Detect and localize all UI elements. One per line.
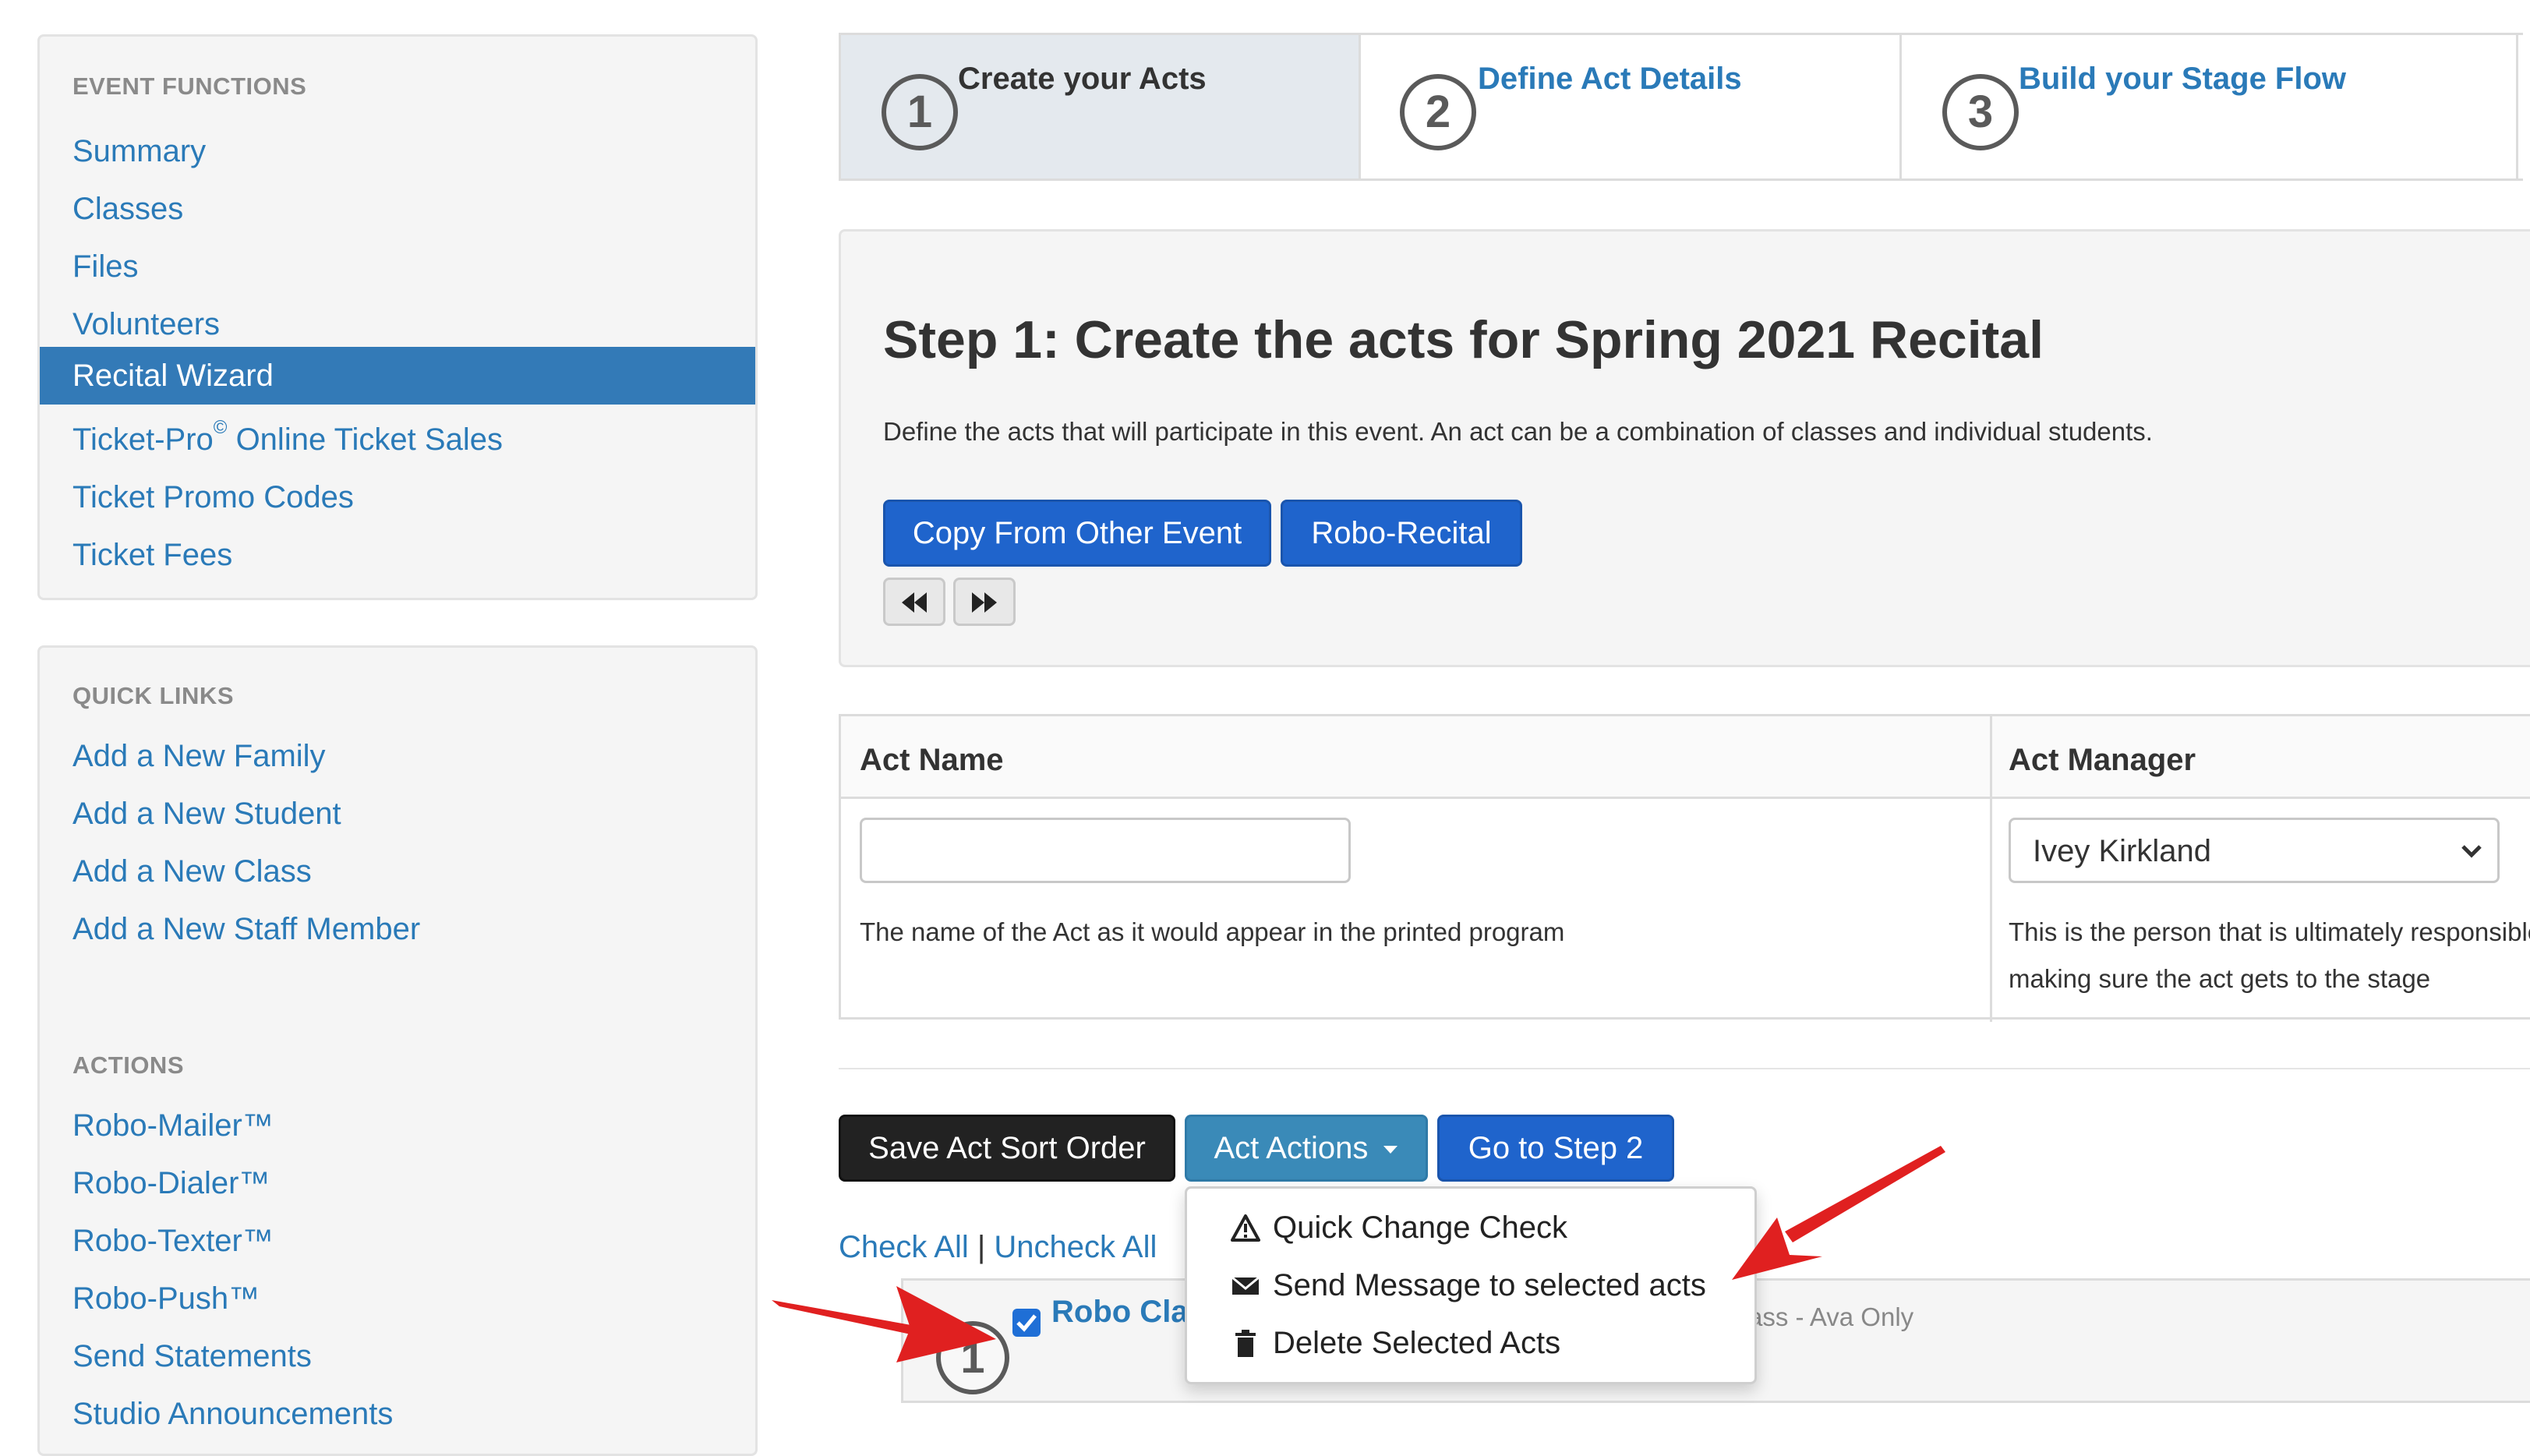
ticket-pro-label-rest: Online Ticket Sales	[227, 422, 503, 457]
wizard-step-2[interactable]: 2 Define Act Details	[1359, 33, 1902, 181]
sidebar-item-classes[interactable]: Classes	[40, 180, 755, 238]
step-panel: Step 1: Create the acts for Spring 2021 …	[839, 229, 2530, 667]
sidebar-item-summary[interactable]: Summary	[40, 122, 755, 180]
table-header-row	[841, 716, 2530, 799]
act-form-table: Act Name Act Manager The name of the Act…	[839, 714, 2530, 1022]
act-row-name[interactable]: Robo Cla	[1051, 1295, 1189, 1330]
quick-link-add-student[interactable]: Add a New Student	[40, 785, 755, 843]
rewind-icon	[902, 592, 927, 613]
menu-quick-change-check[interactable]: Quick Change Check	[1273, 1200, 1567, 1256]
action-robo-texter[interactable]: Robo-Texter™	[40, 1212, 755, 1270]
event-functions-panel: EVENT FUNCTIONS Summary Classes Files Vo…	[37, 34, 758, 600]
sidebar-item-volunteers[interactable]: Volunteers	[40, 295, 755, 353]
act-row-badge: 1	[936, 1321, 1009, 1394]
act-manager-help-2: making sure the act gets to the stage	[2009, 964, 2431, 993]
act-actions-menu: Quick Change Check Send Message to selec…	[1185, 1186, 1757, 1384]
event-functions-title: EVENT FUNCTIONS	[72, 72, 307, 100]
section-divider	[839, 1068, 2530, 1069]
actions-title: ACTIONS	[72, 1051, 184, 1079]
quick-link-add-family[interactable]: Add a New Family	[40, 727, 755, 785]
go-to-step-2-button[interactable]: Go to Step 2	[1437, 1115, 1674, 1182]
step-heading: Step 1: Create the acts for Spring 2021 …	[883, 310, 2044, 369]
wizard-step-1[interactable]: 1 Create your Acts	[839, 33, 1361, 181]
step-description: Define the acts that will participate in…	[883, 417, 2153, 446]
quick-link-add-staff[interactable]: Add a New Staff Member	[40, 900, 755, 958]
ticket-pro-label: Ticket-Pro	[72, 422, 214, 457]
act-name-input[interactable]	[860, 818, 1351, 883]
quick-links-title: QUICK LINKS	[72, 682, 234, 709]
envelope-icon	[1231, 1276, 1260, 1295]
step-number-2-icon: 2	[1400, 74, 1476, 150]
act-manager-help-1: This is the person that is ultimately re…	[2009, 917, 2530, 946]
step-number-1-icon: 1	[882, 74, 958, 150]
fast-forward-button[interactable]	[953, 578, 1016, 626]
sidebar-item-recital-wizard[interactable]: Recital Wizard	[40, 347, 755, 405]
action-send-statements[interactable]: Send Statements	[40, 1327, 755, 1385]
menu-send-message[interactable]: Send Message to selected acts	[1273, 1257, 1706, 1313]
wizard-step-2-label: Define Act Details	[1478, 62, 1742, 96]
uncheck-all-link[interactable]: Uncheck All	[994, 1230, 1157, 1264]
quick-link-add-class[interactable]: Add a New Class	[40, 843, 755, 900]
sidebar-item-ticket-pro[interactable]: Ticket-Pro© Online Ticket Sales	[40, 411, 755, 468]
copyright-mark: ©	[213, 417, 228, 438]
act-row-checkbox[interactable]	[1012, 1309, 1041, 1337]
action-studio-announcements[interactable]: Studio Announcements	[40, 1385, 755, 1443]
act-manager-header: Act Manager	[2009, 743, 2196, 777]
warning-icon	[1231, 1214, 1260, 1242]
sidebar-item-files[interactable]: Files	[40, 238, 755, 295]
robo-recital-button[interactable]: Robo-Recital	[1281, 500, 1522, 567]
arrow-to-send-message	[1732, 1146, 1945, 1280]
sidebar-item-ticket-fees[interactable]: Ticket Fees	[40, 526, 755, 584]
act-manager-select[interactable]: Ivey Kirkland	[2009, 818, 2500, 883]
copy-from-other-event-button[interactable]: Copy From Other Event	[883, 500, 1271, 567]
action-robo-mailer[interactable]: Robo-Mailer™	[40, 1097, 755, 1154]
save-act-sort-order-button[interactable]: Save Act Sort Order	[839, 1115, 1175, 1182]
step-number-3-icon: 3	[1942, 74, 2019, 150]
wizard-step-3-label: Build your Stage Flow	[2019, 62, 2347, 96]
trash-icon	[1235, 1330, 1256, 1357]
checkmark-icon	[1016, 1314, 1037, 1332]
rewind-button[interactable]	[883, 578, 945, 626]
act-manager-selected: Ivey Kirkland	[2033, 834, 2211, 868]
act-actions-label: Act Actions	[1214, 1131, 1369, 1165]
act-name-help: The name of the Act as it would appear i…	[860, 917, 1565, 946]
column-divider	[1990, 716, 1992, 1022]
check-all-link[interactable]: Check All	[839, 1230, 969, 1264]
check-separator: |	[977, 1230, 986, 1264]
action-robo-push[interactable]: Robo-Push™	[40, 1270, 755, 1327]
act-row-detail: ass - Ava Only	[1748, 1302, 1914, 1331]
fast-forward-icon	[972, 592, 997, 613]
wizard-divider	[2516, 33, 2518, 181]
caret-down-icon	[1383, 1146, 1398, 1154]
quick-links-actions-panel: QUICK LINKS Add a New Family Add a New S…	[37, 645, 758, 1456]
check-links: Check All | Uncheck All	[839, 1230, 1157, 1265]
act-name-header: Act Name	[860, 743, 1004, 777]
wizard-step-3[interactable]: 3 Build your Stage Flow	[1899, 33, 2523, 181]
act-actions-dropdown-button[interactable]: Act Actions	[1185, 1115, 1428, 1182]
chevron-down-icon	[2461, 845, 2482, 858]
menu-delete-selected-acts[interactable]: Delete Selected Acts	[1273, 1315, 1560, 1371]
sidebar-item-ticket-promo-codes[interactable]: Ticket Promo Codes	[40, 468, 755, 526]
action-robo-dialer[interactable]: Robo-Dialer™	[40, 1154, 755, 1212]
wizard-step-1-label: Create your Acts	[958, 62, 1207, 96]
